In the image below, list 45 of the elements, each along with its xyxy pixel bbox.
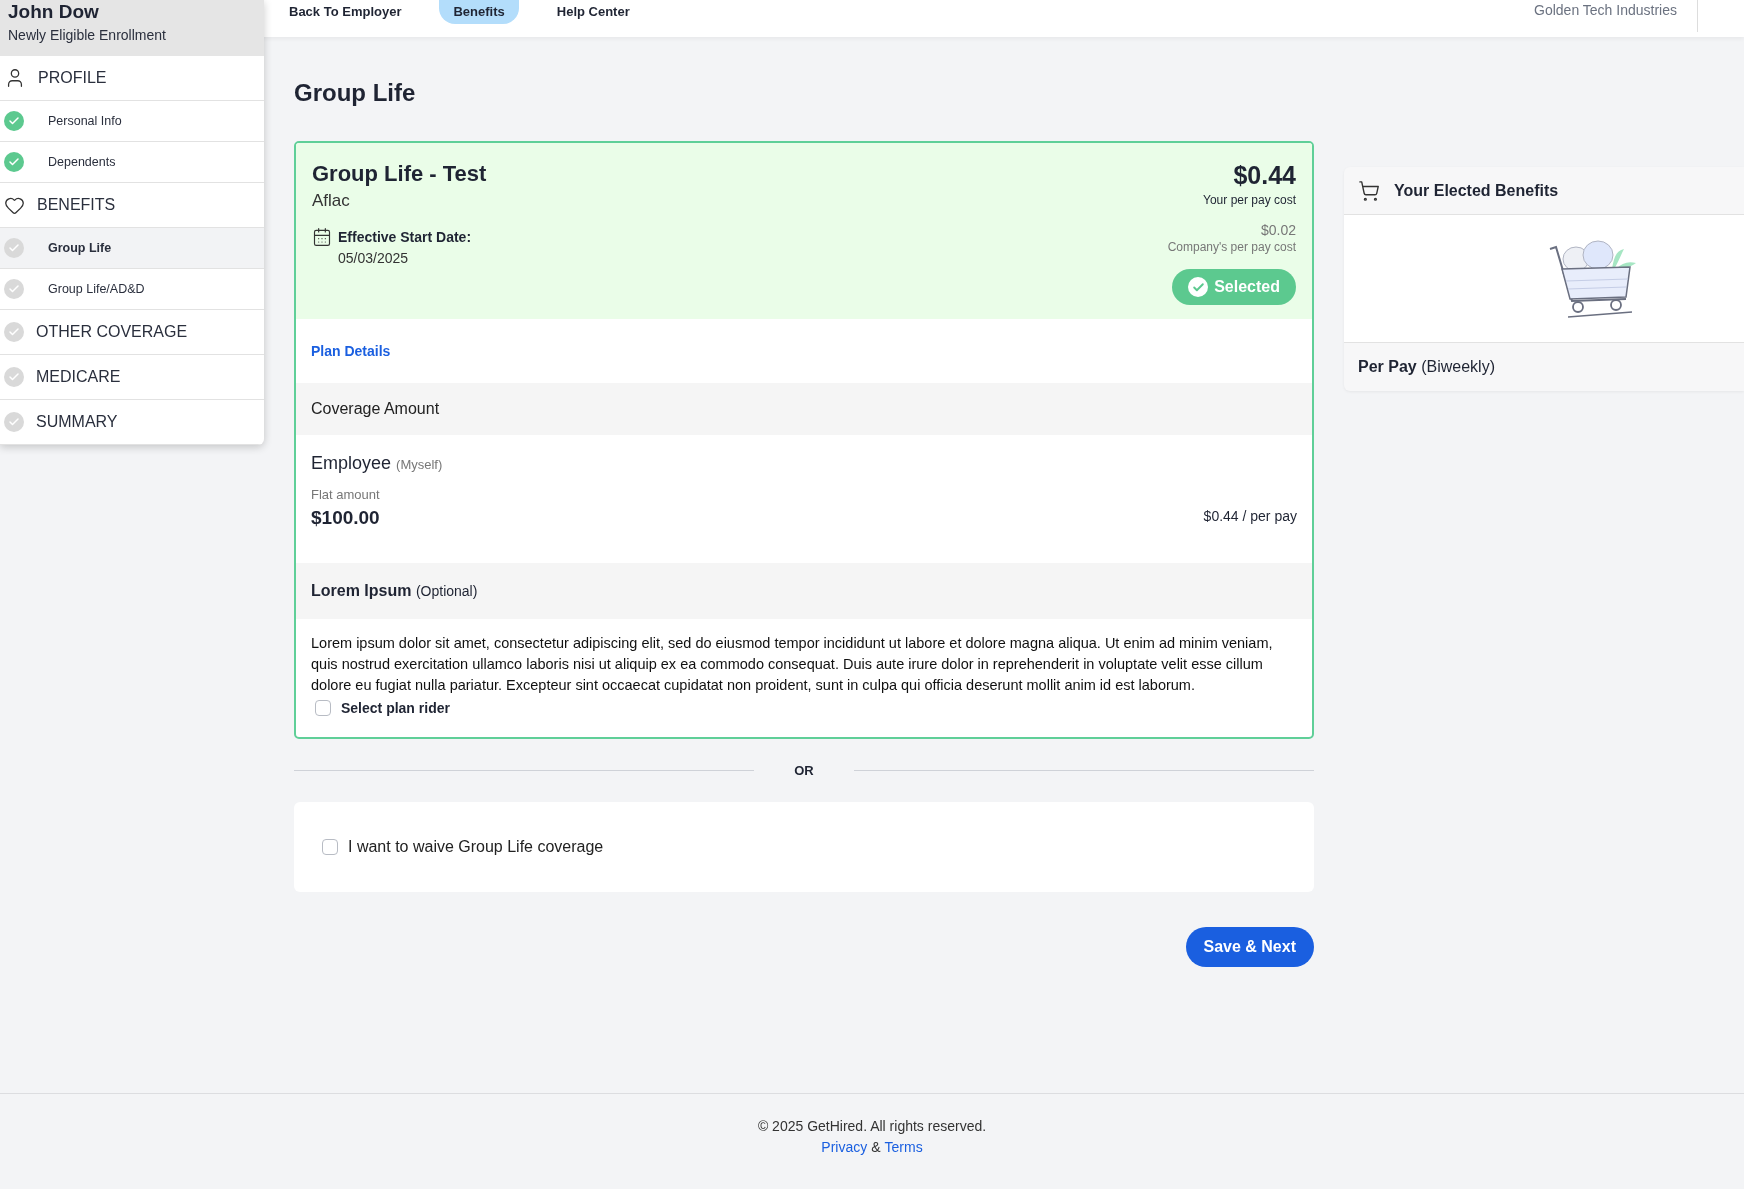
sidebar-item[interactable]: Group Life/AD&D — [0, 269, 264, 310]
coverage-person: Employee (Myself) — [311, 452, 443, 475]
terms-link[interactable]: Terms — [884, 1137, 923, 1158]
calendar-icon — [312, 227, 332, 247]
save-next-button[interactable]: Save & Next — [1185, 927, 1314, 967]
coverage-header: Coverage Amount — [296, 383, 1312, 435]
plan-details-link[interactable]: Plan Details — [311, 343, 391, 359]
company-price: $0.02 — [1260, 221, 1296, 239]
ampersand-text: & — [871, 1138, 881, 1157]
coverage-amount: $100.00 — [311, 505, 381, 530]
effective-date: 05/03/2025 — [338, 249, 410, 268]
nav-tab[interactable]: Back To Employer — [275, 0, 416, 24]
checkbox[interactable] — [315, 700, 331, 716]
sidebar-section[interactable]: OTHER COVERAGE — [0, 310, 264, 355]
per-pay-cost: $0.44 / per pay — [1203, 506, 1297, 526]
rider-checkbox-option[interactable]: Select plan rider — [311, 697, 1297, 719]
page-title: Group Life — [294, 78, 417, 108]
user-name: John Dow — [8, 0, 100, 24]
check-icon — [1188, 277, 1209, 297]
amount-label: Flat amount — [311, 486, 381, 504]
or-divider-label: OR — [794, 761, 814, 780]
plan-title: Group Life - Test — [312, 160, 487, 188]
per-pay-label: Per Pay (Biweekly) — [1357, 357, 1496, 377]
privacy-link[interactable]: Privacy — [821, 1137, 868, 1158]
sidebar-item[interactable]: Group Life — [0, 228, 264, 269]
nav-tab[interactable]: Help Center — [542, 0, 644, 24]
plan-price: $0.44 — [1233, 160, 1296, 191]
nav-tab[interactable]: Benefits — [439, 0, 519, 24]
company-price-label: Company's per pay cost — [1167, 239, 1296, 255]
checkbox[interactable] — [322, 839, 338, 855]
waive-checkbox-option[interactable]: I want to waive Group Life coverage — [322, 835, 604, 859]
rider-header: Lorem Ipsum (Optional) — [296, 562, 1312, 619]
sidebar-section[interactable]: SUMMARY — [0, 400, 264, 445]
panel-title: Your Elected Benefits — [1394, 180, 1559, 201]
sidebar-item[interactable]: Dependents — [0, 142, 264, 183]
company-name: Golden Tech Industries — [1534, 1, 1677, 20]
rider-description: Lorem ipsum dolor sit amet, consectetur adipiscing elit, sed do eiusmod tempor incididunt ut labore et dolore magna aliqua. Ut enim ad minim veniam, quis nostrud exercitation ullamco laboris nisi ut aliquip ex ea commodo consequat. Duis aute irure dolor in reprehenderit in voluptate velit esse cillum dolore eu fugiat nulla pariatur. Excepteur sint occaecat cupidatat non proident, sunt in culpa qui officia deserunt mollit anim id est laborum. — [311, 633, 1274, 695]
enrollment-type: Newly Eligible Enrollment — [8, 26, 167, 45]
effective-label: Effective Start Date: — [338, 228, 472, 247]
carrier-name: Aflac — [312, 190, 351, 212]
sidebar-item[interactable]: Personal Info — [0, 101, 264, 142]
cart-icon — [1358, 179, 1380, 202]
sidebar-section[interactable]: MEDICARE — [0, 355, 264, 400]
copyright-text: © 2025 GetHired. All rights reserved. — [757, 1117, 987, 1136]
price-label: Your per pay cost — [1203, 192, 1296, 209]
